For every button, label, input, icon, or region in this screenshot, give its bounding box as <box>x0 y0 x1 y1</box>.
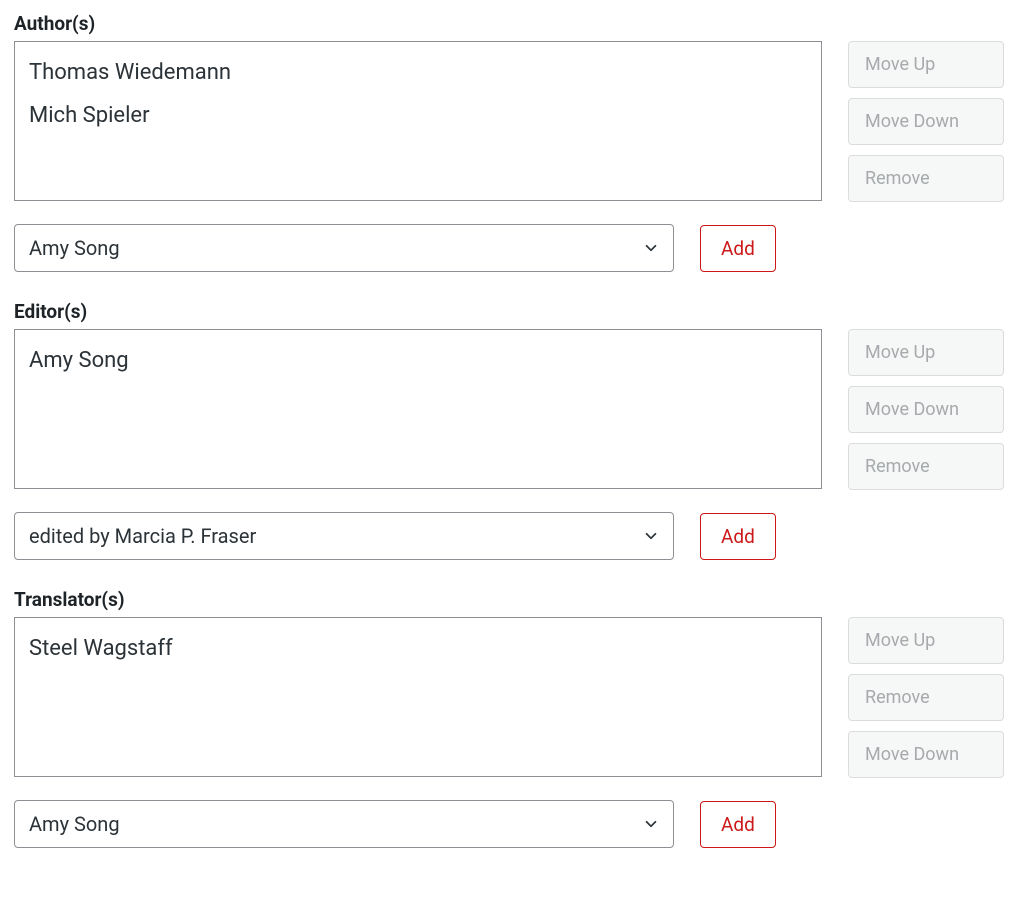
editors-side-buttons: Move Up Move Down Remove <box>848 329 1004 490</box>
translators-side-buttons: Move Up Remove Move Down <box>848 617 1004 778</box>
add-button[interactable]: Add <box>700 225 776 272</box>
editors-label: Editor(s) <box>14 300 1010 323</box>
authors-select-wrap: Amy Song <box>14 224 674 272</box>
move-up-button[interactable]: Move Up <box>848 617 1004 664</box>
add-button[interactable]: Add <box>700 513 776 560</box>
editors-row: Amy Song Move Up Move Down Remove <box>14 329 1010 490</box>
move-up-button[interactable]: Move Up <box>848 41 1004 88</box>
authors-listbox[interactable]: Thomas Wiedemann Mich Spieler <box>14 41 822 201</box>
authors-side-buttons: Move Up Move Down Remove <box>848 41 1004 202</box>
translators-select-wrap: Amy Song <box>14 800 674 848</box>
remove-button[interactable]: Remove <box>848 155 1004 202</box>
move-down-button[interactable]: Move Down <box>848 98 1004 145</box>
remove-button[interactable]: Remove <box>848 443 1004 490</box>
editors-add-row: edited by Marcia P. Fraser Add <box>14 512 1010 560</box>
editors-listbox[interactable]: Amy Song <box>14 329 822 489</box>
list-item[interactable]: Mich Spieler <box>29 95 807 138</box>
move-down-button[interactable]: Remove <box>848 674 1004 721</box>
translators-listbox[interactable]: Steel Wagstaff <box>14 617 822 777</box>
move-down-button[interactable]: Move Down <box>848 386 1004 433</box>
list-item[interactable]: Steel Wagstaff <box>29 628 807 671</box>
authors-row: Thomas Wiedemann Mich Spieler Move Up Mo… <box>14 41 1010 202</box>
translators-row: Steel Wagstaff Move Up Remove Move Down <box>14 617 1010 778</box>
editors-section: Editor(s) Amy Song Move Up Move Down Rem… <box>14 300 1010 560</box>
list-item[interactable]: Thomas Wiedemann <box>29 52 807 95</box>
editors-select[interactable]: edited by Marcia P. Fraser <box>14 512 674 560</box>
translators-add-row: Amy Song Add <box>14 800 1010 848</box>
translators-section: Translator(s) Steel Wagstaff Move Up Rem… <box>14 588 1010 848</box>
authors-select[interactable]: Amy Song <box>14 224 674 272</box>
move-up-button[interactable]: Move Up <box>848 329 1004 376</box>
list-item[interactable]: Amy Song <box>29 340 807 383</box>
authors-section: Author(s) Thomas Wiedemann Mich Spieler … <box>14 12 1010 272</box>
authors-label: Author(s) <box>14 12 1010 35</box>
translators-label: Translator(s) <box>14 588 1010 611</box>
translators-select[interactable]: Amy Song <box>14 800 674 848</box>
remove-button[interactable]: Move Down <box>848 731 1004 778</box>
add-button[interactable]: Add <box>700 801 776 848</box>
authors-add-row: Amy Song Add <box>14 224 1010 272</box>
editors-select-wrap: edited by Marcia P. Fraser <box>14 512 674 560</box>
